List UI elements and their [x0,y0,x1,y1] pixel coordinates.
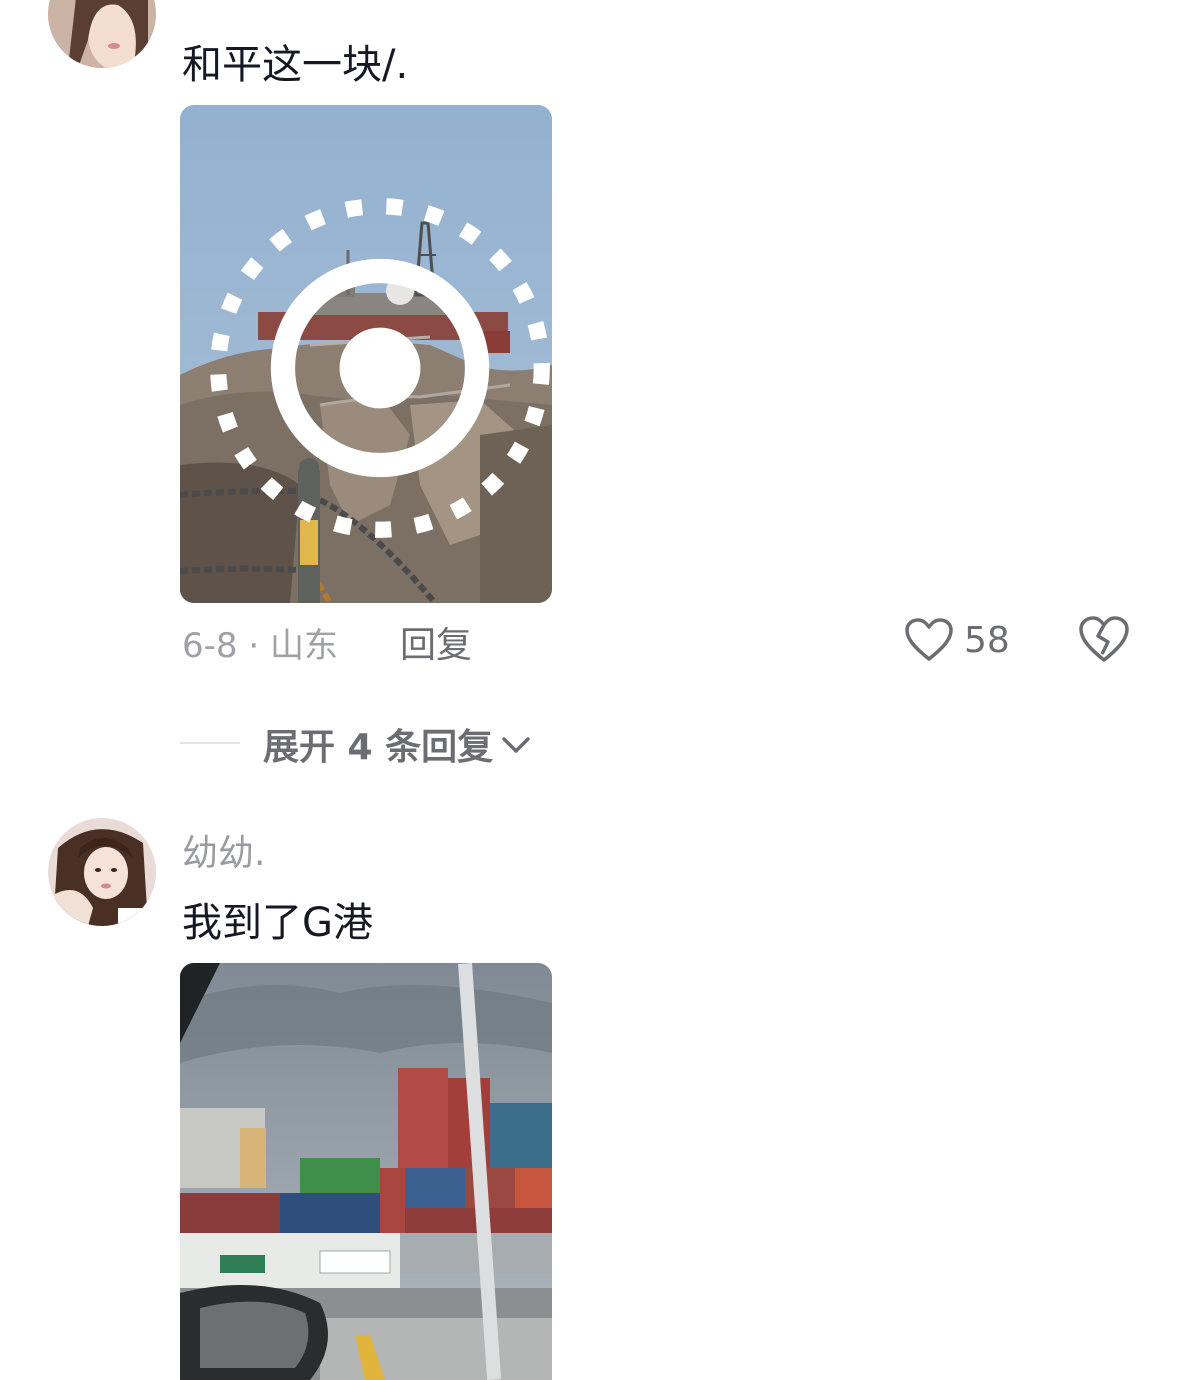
comment-photo[interactable] [180,105,552,603]
chevron-down-icon [502,737,530,753]
divider [180,742,240,744]
reply-button[interactable]: 回复 [400,616,472,668]
like-button[interactable]: 58 [904,610,1010,670]
heart-icon [905,618,953,661]
broken-heart-icon[interactable] [1078,614,1130,664]
comment-photo[interactable] [180,963,552,1380]
username[interactable]: 幼幼. [182,824,265,876]
comment-meta: 6-8 · 山东 回复 58 [0,610,1179,670]
expand-replies-label: 展开 4 条回复 [263,727,494,768]
expand-replies: 展开 4 条回复 [0,712,1179,772]
avatar[interactable] [48,818,156,926]
like-count: 58 [964,619,1010,661]
comment-text: 我到了G港 [182,900,373,946]
expand-replies-button[interactable]: 展开 4 条回复 [263,718,533,770]
avatar[interactable] [48,0,156,68]
date-location: 6-8 · 山东 [182,626,338,666]
live-photo-icon [210,198,550,538]
comment-text: 和平这一块/. [182,42,409,88]
